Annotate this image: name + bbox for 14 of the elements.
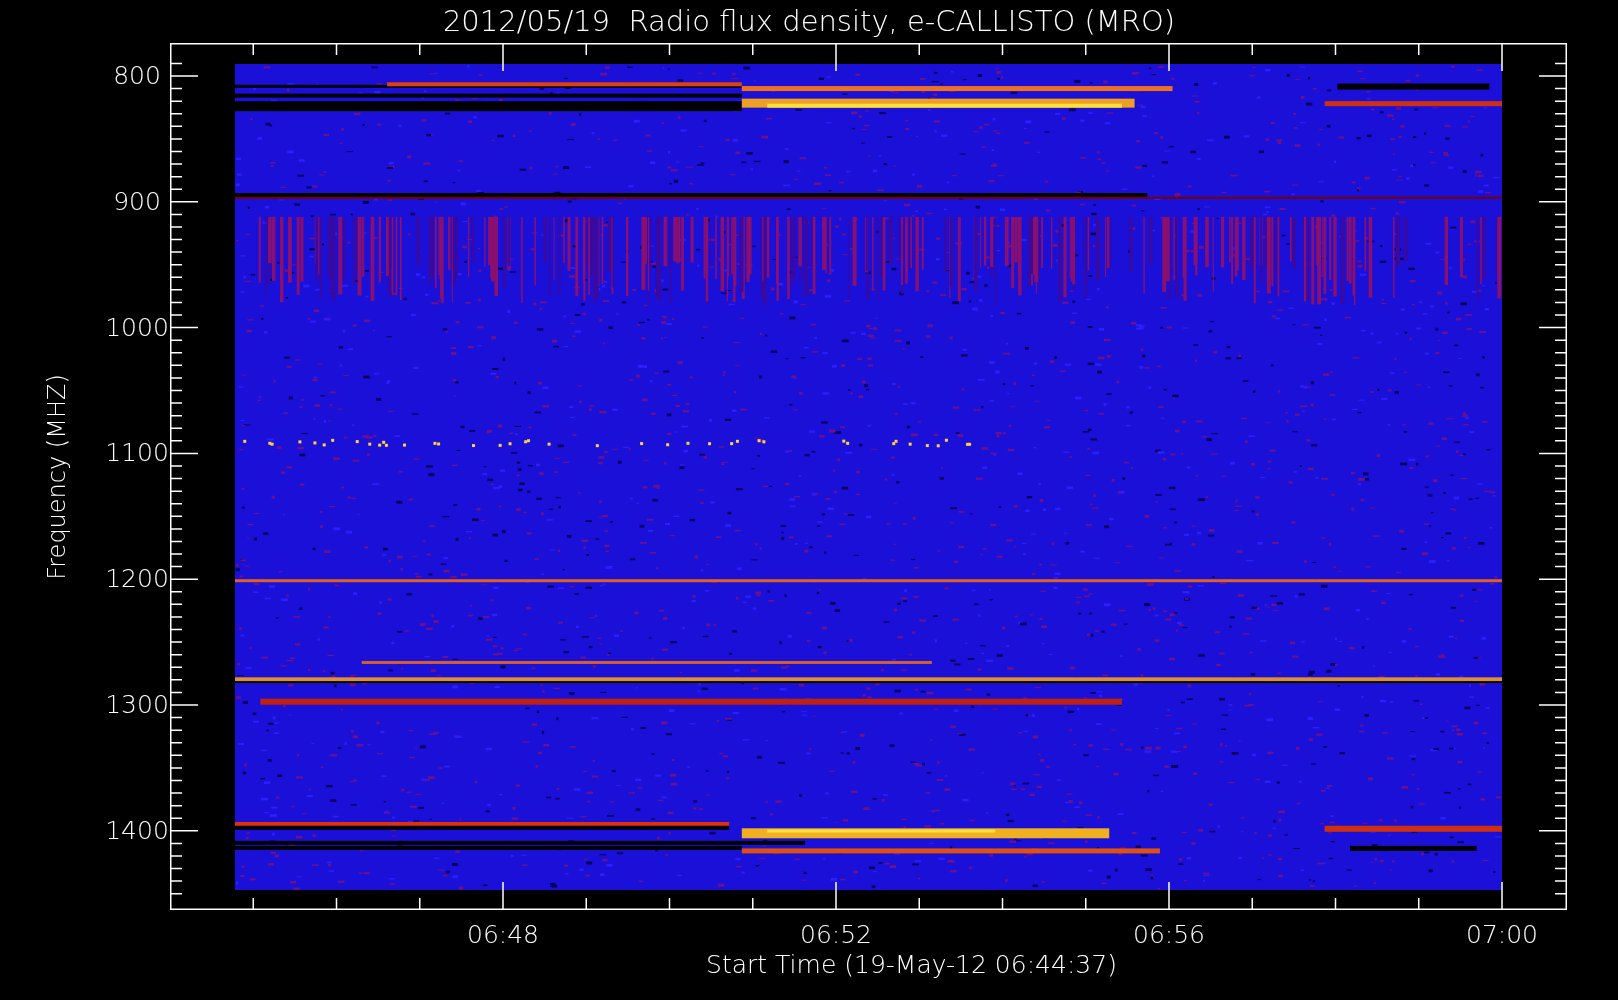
y-tick-label: 800 bbox=[113, 61, 161, 91]
x-axis-label: Start Time (19-May-12 06:44:37) bbox=[706, 950, 1117, 980]
y-tick-label: 1300 bbox=[105, 690, 169, 720]
y-tick-label: 1000 bbox=[105, 312, 169, 343]
y-tick-label: 1200 bbox=[105, 564, 169, 595]
chart-title: 2012/05/19 Radio flux density, e-CALLISTO (MRO) bbox=[441, 3, 1177, 40]
y-tick-label: 900 bbox=[113, 186, 161, 217]
x-tick-label: 06:52 bbox=[800, 920, 872, 950]
y-tick-label: 1400 bbox=[105, 815, 169, 846]
x-tick-label: 06:56 bbox=[1133, 920, 1205, 950]
x-tick-label: 07:00 bbox=[1466, 920, 1538, 950]
x-tick-label: 06:48 bbox=[467, 920, 539, 950]
y-axis-label: Frequency (MHZ) bbox=[42, 374, 72, 580]
y-tick-label: 1100 bbox=[105, 438, 169, 469]
